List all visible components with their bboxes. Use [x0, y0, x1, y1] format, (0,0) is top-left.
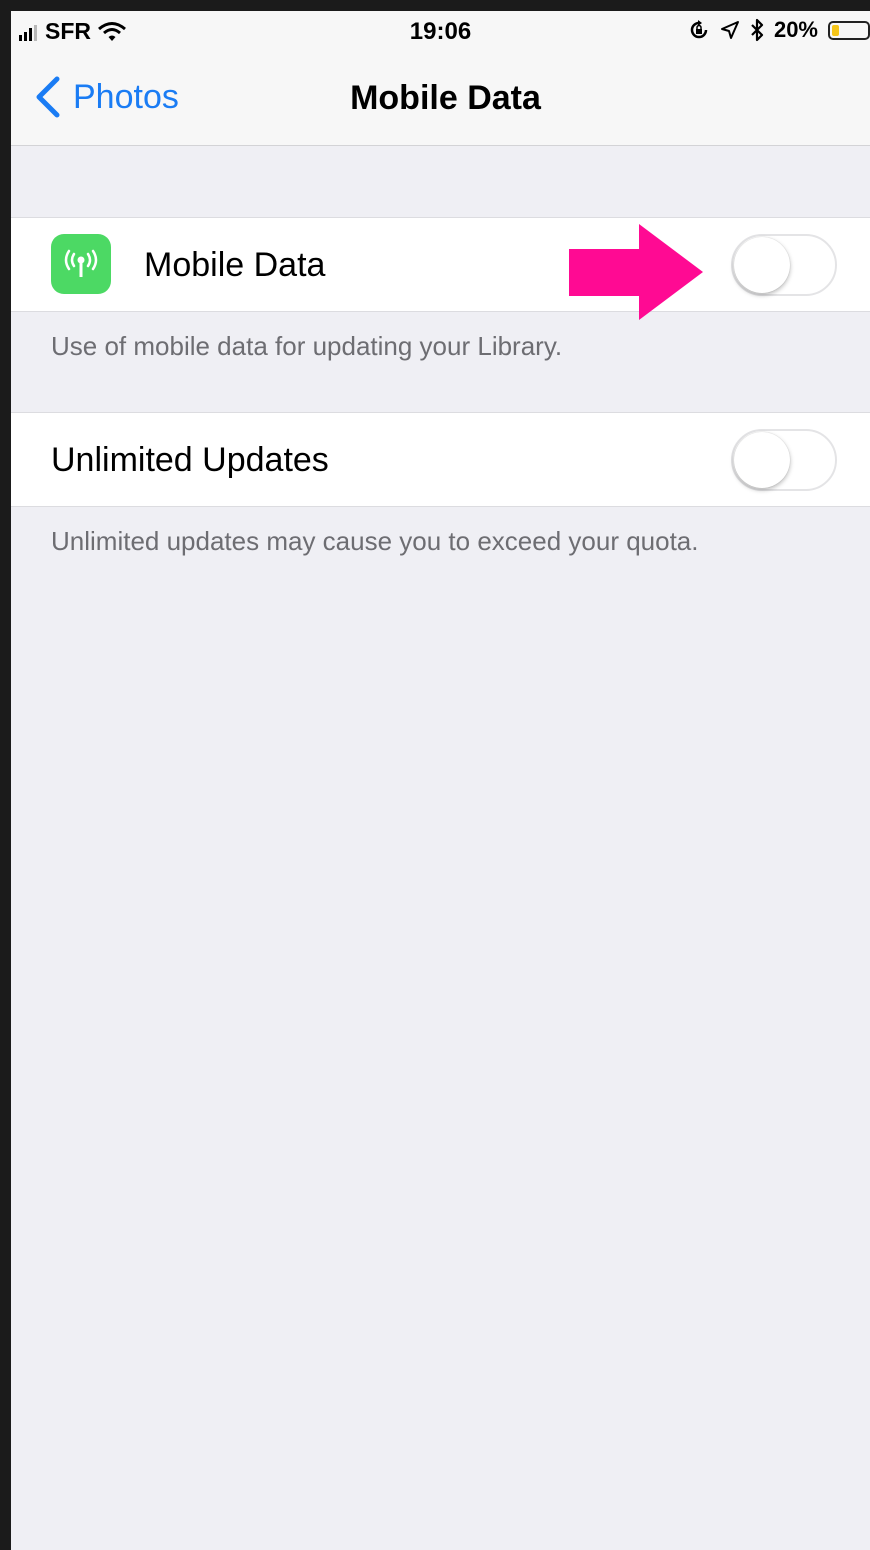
mobile-data-footer: Use of mobile data for updating your Lib…: [51, 331, 563, 361]
status-right: 20%: [688, 17, 870, 43]
mobile-data-label: Mobile Data: [144, 246, 326, 284]
unlimited-updates-label: Unlimited Updates: [51, 441, 329, 479]
battery-percent: 20%: [773, 17, 818, 42]
unlimited-updates-footer: Unlimited updates may cause you to excee…: [51, 526, 699, 556]
toggle-knob: [734, 237, 790, 293]
unlimited-updates-toggle[interactable]: [731, 429, 837, 491]
toggle-knob: [734, 432, 790, 488]
phone-screen: SFR 19:06 20% Photos Mobile Data Mobile …: [0, 0, 870, 1550]
mobile-data-row: Mobile Data: [11, 217, 870, 312]
navigation-bar: Photos Mobile Data: [11, 53, 870, 146]
battery-icon: [828, 20, 870, 40]
bluetooth-icon: [751, 18, 764, 42]
location-icon: [720, 21, 739, 39]
pink-arrow-annotation: [569, 224, 703, 320]
orientation-lock-icon: [690, 20, 708, 39]
unlimited-updates-row: Unlimited Updates: [11, 412, 870, 507]
antenna-icon: [51, 234, 111, 294]
page-title: Mobile Data: [350, 79, 541, 117]
battery-level-fill: [832, 24, 839, 36]
status-bar: SFR 19:06 20%: [11, 11, 870, 53]
mobile-data-toggle[interactable]: [731, 234, 837, 296]
